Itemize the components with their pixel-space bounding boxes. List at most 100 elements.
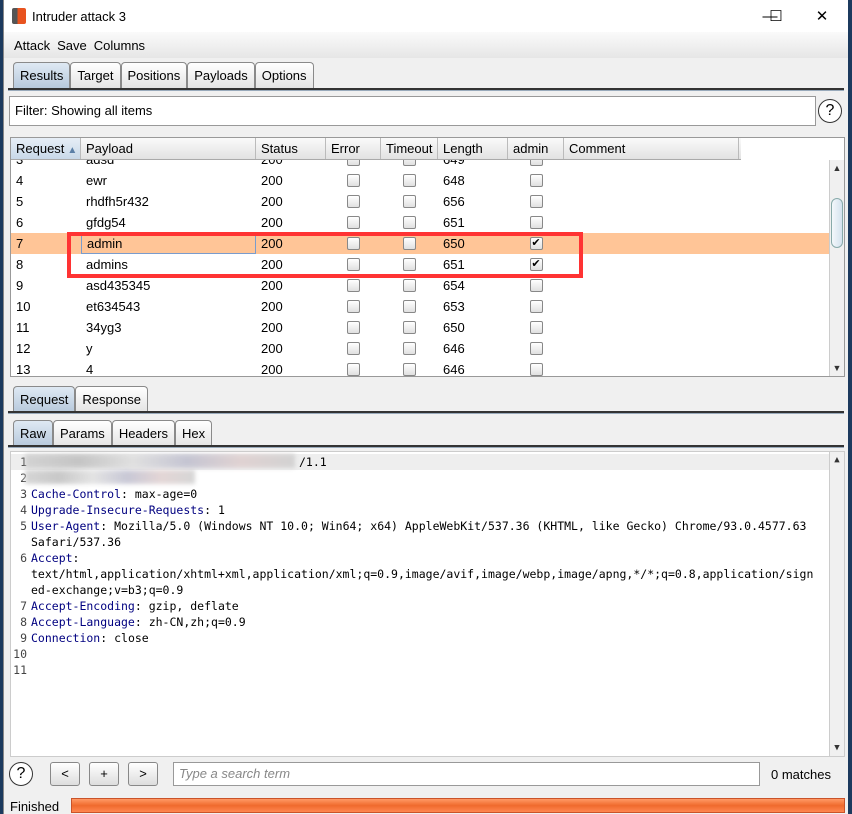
tab-target[interactable]: Target <box>70 62 121 88</box>
search-input[interactable]: Type a search term <box>173 762 760 786</box>
scroll-thumb[interactable] <box>831 198 843 248</box>
table-row[interactable]: 3adsd200 649 <box>11 160 829 170</box>
editor-scrollbar[interactable]: ▲ ▼ <box>829 452 844 756</box>
checkbox-icon[interactable] <box>347 195 360 208</box>
tab-results[interactable]: Results <box>13 62 71 88</box>
checkbox-icon[interactable] <box>529 216 543 229</box>
comment-cell <box>564 254 739 275</box>
tab-divider <box>8 411 844 414</box>
admin-cell <box>508 170 564 191</box>
admin-cell <box>508 359 564 376</box>
checkbox-icon[interactable] <box>403 160 416 166</box>
view-tabs: Raw Params Headers Hex <box>13 420 213 446</box>
column-header-length[interactable]: Length <box>438 138 508 159</box>
table-row[interactable]: 12 y 200 646 <box>11 338 829 359</box>
status-cell: 200 <box>261 341 283 356</box>
scroll-up-arrow-icon[interactable]: ▲ <box>830 163 844 173</box>
checkbox-icon[interactable] <box>403 300 416 313</box>
scroll-up-arrow-icon[interactable]: ▲ <box>830 455 844 465</box>
payload-cell: y <box>86 341 93 356</box>
request-editor[interactable]: 11 10 9 Connection: close 8 Accept-Language: … <box>10 451 845 757</box>
checkbox-icon[interactable] <box>403 342 416 355</box>
tab-options[interactable]: Options <box>254 62 314 88</box>
maximize-button[interactable]: ☐ <box>753 0 799 32</box>
help-icon[interactable]: ? <box>818 99 842 123</box>
column-header-status[interactable]: Status <box>256 138 326 159</box>
column-header-payload[interactable]: Payload <box>81 138 256 159</box>
table-row[interactable]: 6 gfdg54 200 651 <box>11 212 829 233</box>
tab-positions[interactable]: Positions <box>120 62 188 88</box>
menu-columns[interactable]: Columns <box>94 38 145 53</box>
error-cell <box>326 212 381 233</box>
checkbox-icon[interactable] <box>403 363 416 376</box>
checkbox-icon[interactable] <box>529 279 543 292</box>
tab-headers[interactable]: Headers <box>111 420 175 446</box>
tab-raw[interactable]: Raw <box>13 420 54 446</box>
column-header-error[interactable]: Error <box>326 138 381 159</box>
checkbox-icon[interactable] <box>347 160 360 166</box>
request-cell: 10 <box>16 299 31 314</box>
scroll-down-arrow-icon[interactable]: ▼ <box>830 363 844 373</box>
table-row[interactable]: 5 rhdfh5r432 200 656 <box>11 191 829 212</box>
header-value: : zh-CN,zh;q=0.9 <box>134 615 246 629</box>
length-cell: 654 <box>443 278 465 293</box>
menu-attack[interactable]: Attack <box>14 38 50 53</box>
tab-params[interactable]: Params <box>53 420 112 446</box>
column-header-timeout[interactable]: Timeout <box>381 138 438 159</box>
payload-cell: ewr <box>86 173 107 188</box>
previous-match-button[interactable]: < <box>50 762 80 786</box>
tab-payloads[interactable]: Payloads <box>187 62 255 88</box>
table-scrollbar[interactable]: ▲ ▼ <box>829 160 844 376</box>
column-header-comment[interactable]: Comment <box>564 138 739 159</box>
comment-cell <box>564 359 739 376</box>
editor-line: text/html,application/xhtml+xml,applicat… <box>11 566 813 582</box>
column-header-admin[interactable]: admin <box>508 138 564 159</box>
length-cell: 650 <box>443 320 465 335</box>
checkbox-icon[interactable] <box>529 342 543 355</box>
tab-response[interactable]: Response <box>75 386 148 412</box>
close-button[interactable]: ✕ <box>799 0 845 32</box>
line-number: 10 <box>13 647 27 661</box>
table-row[interactable]: 11 34yg3 200 650 <box>11 317 829 338</box>
comment-cell <box>564 191 739 212</box>
filter-bar[interactable]: Filter: Showing all items <box>9 96 816 126</box>
tab-request[interactable]: Request <box>13 386 76 412</box>
checkbox-icon[interactable] <box>529 300 543 313</box>
table-row[interactable]: 10 et634543 200 653 <box>11 296 829 317</box>
length-cell: 656 <box>443 194 465 209</box>
checkbox-icon[interactable] <box>529 195 543 208</box>
admin-cell <box>508 191 564 212</box>
checkbox-icon[interactable] <box>529 174 543 187</box>
menu-save[interactable]: Save <box>57 38 87 53</box>
header-value: : gzip, deflate <box>134 599 239 613</box>
admin-cell <box>508 317 564 338</box>
next-match-button[interactable]: > <box>128 762 158 786</box>
checkbox-icon[interactable] <box>403 216 416 229</box>
checkbox-icon[interactable] <box>403 279 416 292</box>
status-cell: 200 <box>261 194 283 209</box>
checkbox-icon[interactable] <box>347 300 360 313</box>
table-row[interactable]: 13 4 200 646 <box>11 359 829 376</box>
checkbox-icon[interactable] <box>403 195 416 208</box>
checkbox-icon[interactable] <box>347 321 360 334</box>
add-button[interactable]: + <box>89 762 119 786</box>
checkbox-icon[interactable] <box>403 174 416 187</box>
checkbox-icon[interactable] <box>529 363 543 376</box>
checkbox-icon[interactable] <box>347 279 360 292</box>
checkbox-icon[interactable] <box>347 342 360 355</box>
checkbox-icon[interactable] <box>529 160 543 166</box>
checkbox-icon[interactable] <box>347 174 360 187</box>
header-name: Accept-Encoding <box>31 599 135 613</box>
checkbox-icon[interactable] <box>403 321 416 334</box>
table-row[interactable]: 9 asd435345 200 654 <box>11 275 829 296</box>
checkbox-icon[interactable] <box>347 216 360 229</box>
tab-hex[interactable]: Hex <box>174 420 213 446</box>
checkbox-icon[interactable] <box>529 321 543 334</box>
error-cell <box>326 191 381 212</box>
column-header-request[interactable]: Request ▲ <box>11 138 81 159</box>
scroll-down-arrow-icon[interactable]: ▼ <box>830 743 844 753</box>
table-row[interactable]: 4 ewr 200 648 <box>11 170 829 191</box>
checkbox-icon[interactable] <box>347 363 360 376</box>
help-icon[interactable]: ? <box>9 762 33 786</box>
request-cell: 12 <box>16 341 31 356</box>
